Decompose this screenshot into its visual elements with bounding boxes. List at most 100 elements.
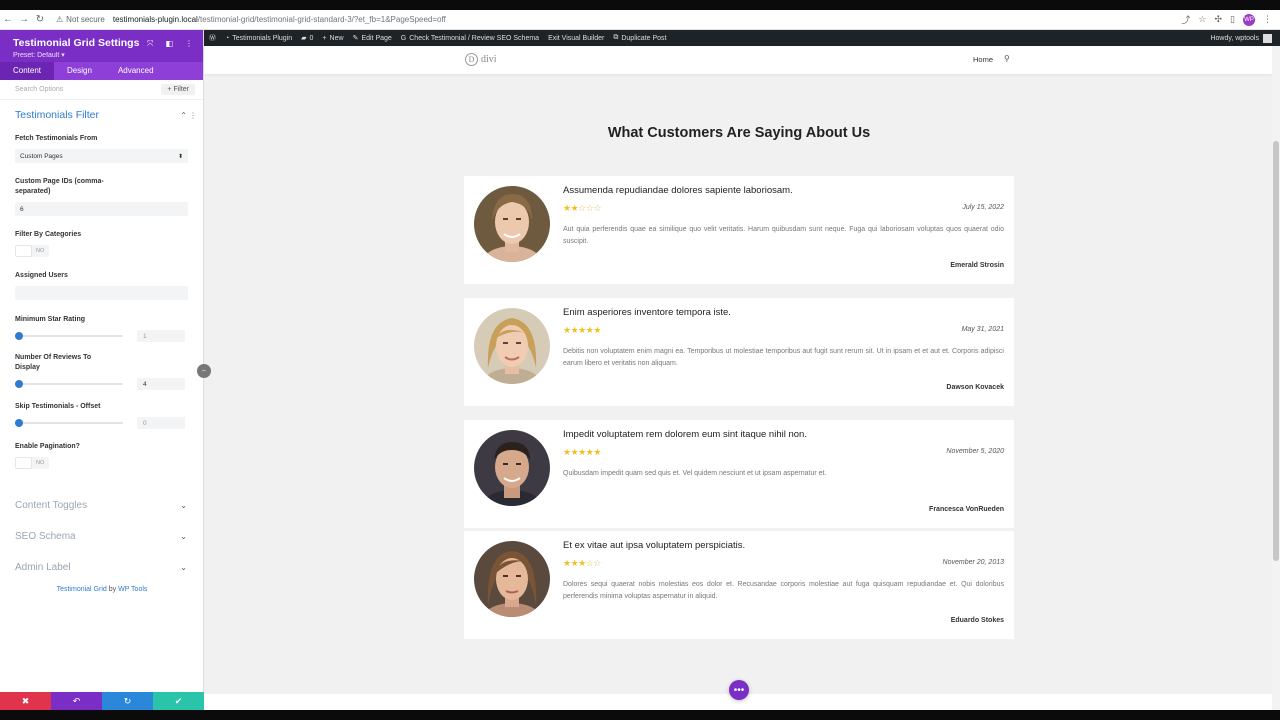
testimonial-grid-link[interactable]: Testimonial Grid <box>57 586 107 593</box>
share-icon[interactable]: ⤴ <box>1181 13 1190 26</box>
admin-edit-page[interactable]: ✎ Edit Page <box>352 34 392 43</box>
admin-duplicate[interactable]: ⧉ Duplicate Post <box>613 34 666 42</box>
split-view-icon[interactable]: ◧ <box>165 39 173 49</box>
site-logo[interactable]: D divi <box>465 53 497 66</box>
panel-tabs: Content Design Advanced <box>0 62 203 80</box>
bookmark-star-icon[interactable]: ☆ <box>1198 14 1206 25</box>
undo-button[interactable]: ↶ <box>51 692 102 710</box>
dashboard-icon: ◔ <box>225 34 230 42</box>
slider-thumb[interactable] <box>15 332 23 340</box>
extensions-icon[interactable]: ✣ <box>1215 14 1223 25</box>
chevron-down-icon[interactable]: ⌄ <box>180 532 187 541</box>
section-admin-label[interactable]: Admin Label ⌄ <box>0 556 203 578</box>
redo-button[interactable]: ↻ <box>102 692 153 710</box>
not-secure-indicator[interactable]: ⚠ Not secure <box>56 15 105 24</box>
star-filled-icon: ★ <box>563 325 571 335</box>
admin-account[interactable]: Howdy, wptools <box>1210 33 1272 43</box>
bottom-black-bar <box>0 710 1280 720</box>
min-star-rating-value[interactable]: 1 <box>137 330 185 342</box>
testimonial-title: Enim asperiores inventore tempora iste. <box>563 307 731 318</box>
preset-selector[interactable]: Preset: Default ▾ <box>13 51 190 59</box>
filter-button[interactable]: + Filter <box>161 84 195 95</box>
testimonial-date: July 15, 2022 <box>962 204 1004 211</box>
tab-design[interactable]: Design <box>54 62 105 80</box>
min-star-rating-slider[interactable] <box>15 332 123 340</box>
star-filled-icon: ★ <box>578 325 586 335</box>
search-options-input[interactable]: Search Options <box>15 86 63 93</box>
enable-pagination-toggle[interactable]: NO <box>15 457 49 469</box>
admin-comments[interactable]: ▰ 0 <box>301 34 313 43</box>
site-name-label: Testimonials Plugin <box>232 34 293 42</box>
testimonial-text: Dolores sequi quaerat nobis molestias eo… <box>563 581 1004 600</box>
url-field[interactable]: testimonials-plugin.local/testimonial-gr… <box>113 15 446 24</box>
section-content-toggles[interactable]: Content Toggles ⌄ <box>0 494 203 516</box>
custom-page-ids-input[interactable]: 6 <box>15 202 188 216</box>
section-testimonials-filter[interactable]: Testimonials Filter ⌃ ⋮ <box>0 104 203 126</box>
pencil-icon: ✎ <box>352 35 359 42</box>
section-title: SEO Schema <box>15 530 76 542</box>
search-icon[interactable]: ⚲ <box>1004 54 1010 63</box>
admin-check-schema[interactable]: G Check Testimonial / Review SEO Schema <box>401 35 539 42</box>
slider-thumb[interactable] <box>15 380 23 388</box>
num-reviews-value[interactable]: 4 <box>137 378 185 390</box>
expand-icon[interactable]: ⤧ <box>147 39 153 49</box>
panel-resize-handle[interactable]: ⇔ <box>197 364 211 378</box>
testimonial-title: Et ex vitae aut ipsa voluptatem perspici… <box>563 540 746 551</box>
testimonial-text: Aut quia perferendis quae ea similique q… <box>563 226 1004 245</box>
sidebar-icon[interactable]: ▯ <box>1230 14 1235 25</box>
browser-toolbar-right: ⤴ ☆ ✣ ▯ WP ⋮ <box>1181 13 1280 26</box>
chevron-down-icon[interactable]: ⌄ <box>180 501 187 510</box>
star-rating: ★★★★★ <box>563 325 601 336</box>
builder-options-button[interactable]: ••• <box>729 680 749 700</box>
admin-site-name[interactable]: ◔ Testimonials Plugin <box>225 35 292 42</box>
slider-thumb[interactable] <box>15 419 23 427</box>
check-icon: ✔ <box>174 695 183 706</box>
testimonial-photo <box>474 186 550 262</box>
num-reviews-slider[interactable] <box>15 380 123 388</box>
save-button[interactable]: ✔ <box>153 692 204 710</box>
tab-advanced[interactable]: Advanced <box>105 62 167 80</box>
testimonial-author: Dawson Kovacek <box>946 384 1004 391</box>
testimonial-photo <box>474 541 550 617</box>
star-filled-icon: ★ <box>593 325 601 335</box>
nav-home-link[interactable]: Home <box>973 55 993 64</box>
testimonial-card: Et ex vitae aut ipsa voluptatem perspici… <box>464 531 1014 639</box>
filter-by-categories-toggle[interactable]: NO <box>15 245 49 257</box>
skip-offset-label: Skip Testimonials - Offset <box>15 403 101 410</box>
skip-offset-slider[interactable] <box>15 419 123 427</box>
more-options-icon[interactable]: ⋮ <box>185 39 193 49</box>
section-title: Testimonials Filter <box>15 109 100 121</box>
url-path: /testimonial-grid/testimonial-grid-stand… <box>197 15 446 24</box>
testimonial-title: Assumenda repudiandae dolores sapiente l… <box>563 185 793 196</box>
toggle-state: NO <box>36 248 45 254</box>
tab-content[interactable]: Content <box>0 62 55 80</box>
panel-action-bar: ✖ ↶ ↻ ✔ <box>0 692 204 710</box>
chevron-down-icon[interactable]: ⌄ <box>180 563 187 572</box>
skip-offset-value[interactable]: 0 <box>137 417 185 429</box>
enable-pagination-label: Enable Pagination? <box>15 443 80 450</box>
back-icon[interactable]: ← <box>0 14 16 25</box>
wp-tools-link[interactable]: WP Tools <box>118 586 147 593</box>
assigned-users-input[interactable] <box>15 286 188 300</box>
forward-icon[interactable]: → <box>16 14 32 25</box>
num-reviews-slider-row: 4 <box>15 377 188 391</box>
page-scrollbar[interactable] <box>1272 46 1280 710</box>
divi-logo-icon: D <box>465 53 478 66</box>
discard-button[interactable]: ✖ <box>0 692 51 710</box>
assigned-users-label: Assigned Users <box>15 272 68 279</box>
admin-exit-builder[interactable]: Exit Visual Builder <box>548 35 604 42</box>
num-reviews-label-line2: Display <box>15 364 40 371</box>
scrollbar-thumb[interactable] <box>1273 141 1279 561</box>
select-arrows-icon: ⬍ <box>177 153 183 160</box>
testimonial-text: Quibusdam impedit quam sed quis et. Vel … <box>563 470 827 477</box>
toggle-state: NO <box>36 460 45 466</box>
admin-new[interactable]: + New <box>322 35 343 42</box>
section-more-icon[interactable]: ⋮ <box>189 111 197 120</box>
section-seo-schema[interactable]: SEO Schema ⌄ <box>0 525 203 547</box>
chevron-up-icon[interactable]: ⌃ <box>180 111 187 120</box>
fetch-testimonials-select[interactable]: Custom Pages ⬍ <box>15 149 188 163</box>
wordpress-logo-icon[interactable]: Ⓦ <box>209 33 216 43</box>
browser-menu-icon[interactable]: ⋮ <box>1263 14 1272 25</box>
reload-icon[interactable]: ↻ <box>32 14 48 25</box>
profile-avatar[interactable]: WP <box>1243 13 1255 26</box>
